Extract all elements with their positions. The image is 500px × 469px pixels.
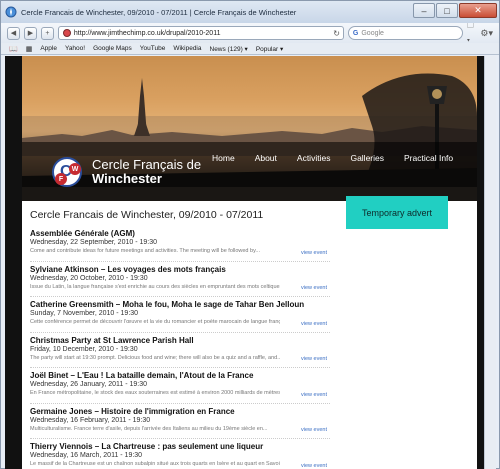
site-name[interactable]: Cercle Français de Winchester [92, 158, 201, 186]
maximize-button[interactable]: □ [436, 3, 458, 18]
event-title[interactable]: Thierry Viennois – La Chartreuse : pas s… [30, 442, 330, 451]
top-sites-grid-icon[interactable]: ▦ [26, 45, 33, 53]
page-title: Cercle Francais de Winchester, 09/2010 -… [30, 209, 264, 221]
site-name-line2: Winchester [92, 171, 162, 186]
event-excerpt: Multiculturalisme. France terre d'asile,… [30, 425, 268, 432]
view-event-link[interactable]: view event [301, 463, 327, 469]
browser-window: Cercle Francais de Winchester, 09/2010 -… [0, 0, 500, 469]
event-title[interactable]: Assemblée Générale (AGM) [30, 229, 330, 238]
page-viewport: C F W Cercle Français de Winchester Home… [5, 56, 496, 469]
address-text: http://www.jimthechimp.co.uk/drupal/2010… [73, 29, 221, 37]
search-placeholder: Google [361, 29, 384, 37]
event-date: Wednesday, 26 January, 2011 - 19:30 [30, 381, 148, 388]
event-title[interactable]: Germaine Jones – Histoire de l'immigrati… [30, 407, 330, 416]
menu-galleries[interactable]: Galleries [350, 153, 384, 163]
site-favicon-icon [62, 29, 71, 37]
event-excerpt: Issue du Latin, la langue française s'es… [30, 283, 280, 290]
refresh-icon[interactable]: ↻ [333, 29, 340, 38]
back-arrow-icon: ◀ [10, 30, 17, 37]
event-title[interactable]: Christmas Party at St Lawrence Parish Ha… [30, 336, 330, 345]
window-title: Cercle Francais de Winchester, 09/2010 -… [21, 7, 297, 17]
event-item: Sylviane Atkinson – Les voyages des mots… [30, 262, 330, 297]
club-logo[interactable]: C F W [52, 157, 82, 187]
event-item: Assemblée Générale (AGM) Wednesday, 22 S… [30, 226, 330, 262]
view-event-link[interactable]: view event [301, 285, 327, 291]
event-item: Thierry Viennois – La Chartreuse : pas s… [30, 439, 330, 469]
temporary-advert[interactable]: Temporary advert [346, 196, 448, 229]
view-event-link[interactable]: view event [301, 250, 327, 256]
bookmark-yahoo[interactable]: Yahoo! [65, 45, 85, 52]
view-event-link[interactable]: view event [301, 392, 327, 398]
window-controls: – □ ✕ [413, 3, 497, 18]
event-title[interactable]: Catherine Greensmith – Moha le fou, Moha… [30, 300, 330, 309]
bookmark-google-maps[interactable]: Google Maps [93, 45, 132, 52]
view-event-link[interactable]: view event [301, 321, 327, 327]
nav-bar-overlay [22, 142, 477, 187]
search-field[interactable]: G Google [347, 26, 463, 40]
event-date: Wednesday, 16 March, 2011 - 19:30 [30, 452, 143, 459]
back-button[interactable]: ◀ [7, 26, 20, 40]
event-date: Wednesday, 16 February, 2011 - 19:30 [30, 416, 151, 424]
event-item: Joël Binet – L'Eau ! La bataille demain,… [30, 368, 330, 404]
site-header: C F W Cercle Français de Winchester Home… [22, 56, 477, 201]
forward-button[interactable]: ▶ [23, 26, 37, 40]
event-excerpt: Le massif de la Chartreuse est un chaîno… [30, 461, 280, 467]
bookmarks-book-icon[interactable]: 📖 [9, 45, 18, 53]
event-date: Sunday, 7 November, 2010 - 19:30 [30, 310, 139, 317]
menu-practical-info[interactable]: Practical Info [404, 153, 453, 163]
main-menu: Home About Activities Galleries Practica… [212, 153, 473, 163]
plus-icon: + [45, 29, 50, 37]
logo-letter-w: W [69, 163, 81, 175]
view-event-link[interactable]: view event [301, 356, 327, 362]
bookmark-news[interactable]: News (129) ▾ [210, 45, 248, 53]
bookmark-youtube[interactable]: YouTube [140, 45, 166, 52]
site-name-line1: Cercle Français de [92, 157, 202, 172]
menu-home[interactable]: Home [212, 153, 235, 163]
event-excerpt: Come and contribute ideas for future mee… [30, 248, 261, 254]
bookmarks-bar: 📖 ▦ Apple Yahoo! Google Maps YouTube Wik… [1, 43, 499, 55]
event-date: Friday, 10 December, 2010 - 19:30 [30, 345, 138, 353]
menu-activities[interactable]: Activities [297, 153, 331, 163]
logo-letter-f: F [55, 173, 67, 185]
event-date: Wednesday, 22 September, 2010 - 19:30 [30, 239, 157, 246]
forward-arrow-icon: ▶ [27, 30, 34, 37]
view-event-link[interactable]: view event [301, 427, 327, 433]
tools-gear-icon[interactable]: ⚙▾ [480, 28, 493, 39]
event-excerpt: Cette conférence permet de découvrir l'œ… [30, 319, 280, 325]
bookmark-popular[interactable]: Popular ▾ [256, 45, 283, 53]
google-search-icon: G [352, 29, 359, 37]
event-title[interactable]: Sylviane Atkinson – Les voyages des mots… [30, 265, 330, 274]
title-bar: Cercle Francais de Winchester, 09/2010 -… [1, 1, 499, 23]
bookmark-wikipedia[interactable]: Wikipedia [173, 45, 201, 52]
event-title[interactable]: Joël Binet – L'Eau ! La bataille demain,… [30, 371, 330, 380]
safari-compass-icon [5, 6, 17, 18]
browser-toolbar: ◀ ▶ + http://www.jimthechimp.co.uk/drupa… [1, 19, 499, 45]
event-item: Germaine Jones – Histoire de l'immigrati… [30, 404, 330, 439]
event-item: Catherine Greensmith – Moha le fou, Moha… [30, 297, 330, 333]
add-bookmark-button[interactable]: + [40, 26, 54, 40]
event-item: Christmas Party at St Lawrence Parish Ha… [30, 333, 330, 368]
close-button[interactable]: ✕ [459, 3, 497, 18]
bookmark-apple[interactable]: Apple [40, 45, 57, 52]
menu-about[interactable]: About [255, 153, 277, 163]
event-excerpt: En France métropolitaine, le stock des e… [30, 390, 280, 396]
event-date: Wednesday, 20 October, 2010 - 19:30 [30, 274, 148, 282]
main-content: Cercle Francais de Winchester, 09/2010 -… [30, 209, 330, 469]
minimize-button[interactable]: – [413, 3, 435, 18]
vertical-scrollbar[interactable] [484, 56, 496, 469]
event-excerpt: The party will start at 19:30 prompt. De… [30, 354, 280, 361]
web-page: C F W Cercle Français de Winchester Home… [22, 56, 477, 469]
address-bar[interactable]: http://www.jimthechimp.co.uk/drupal/2010… [57, 26, 344, 40]
